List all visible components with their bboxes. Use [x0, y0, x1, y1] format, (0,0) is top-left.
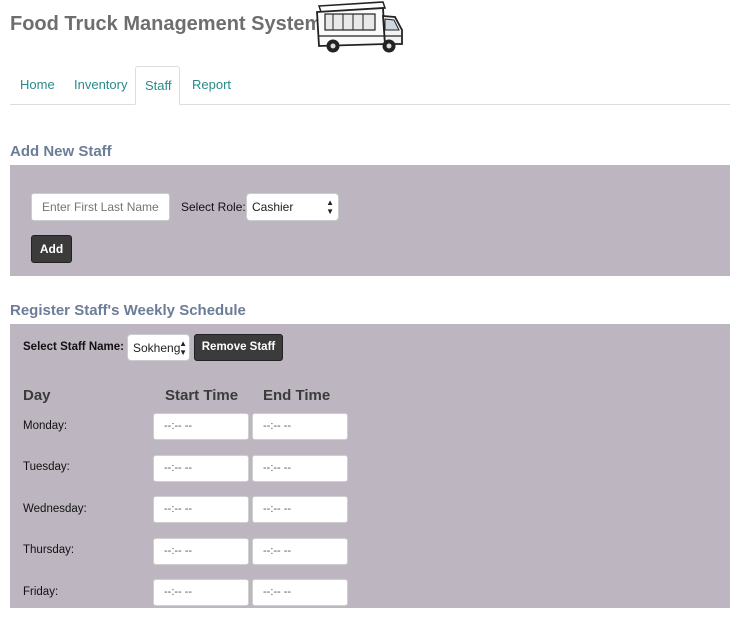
role-label: Select Role:: [181, 200, 246, 214]
wednesday-start-time-input[interactable]: --:-- --: [153, 496, 249, 523]
tab-inventory[interactable]: Inventory: [64, 66, 137, 104]
add-staff-title: Add New Staff: [10, 143, 112, 160]
day-column-header: Day: [23, 387, 51, 404]
select-arrows-icon: ▲ ▼: [326, 198, 334, 216]
thursday-end-time-input[interactable]: --:-- --: [252, 538, 348, 565]
day-label-friday: Friday:: [23, 586, 59, 598]
add-button[interactable]: Add: [31, 235, 72, 263]
tuesday-start-time-input[interactable]: --:-- --: [153, 455, 249, 482]
monday-start-time-input[interactable]: --:-- --: [153, 413, 249, 440]
staff-select-value: Sokheng: [133, 341, 181, 355]
add-staff-panel: Select Role: Cashier ▲▼ Add: [10, 165, 730, 276]
nav-tabs: Home Inventory Staff Report: [10, 66, 730, 105]
day-label-wednesday: Wednesday:: [23, 503, 87, 515]
role-select-value: Cashier: [252, 200, 294, 214]
staff-name-label: Select Staff Name:: [23, 341, 124, 353]
staff-name-input[interactable]: [31, 193, 170, 221]
friday-start-time-input[interactable]: --:-- --: [153, 579, 249, 606]
day-label-monday: Monday:: [23, 420, 68, 432]
start-time-column-header: Start Time: [165, 387, 239, 404]
staff-select[interactable]: Sokheng ▲ ▼: [127, 334, 190, 361]
role-select[interactable]: Cashier ▲ ▼: [246, 193, 339, 221]
remove-staff-button[interactable]: Remove Staff: [194, 334, 283, 361]
thursday-start-time-input[interactable]: --:-- --: [153, 538, 249, 565]
food-truck-icon: [316, 1, 403, 53]
app-title: Food Truck Management System: [10, 13, 323, 35]
schedule-title: Register Staff's Weekly Schedule: [10, 302, 246, 319]
day-label-tuesday: Tuesday:: [23, 461, 70, 473]
tab-home[interactable]: Home: [10, 66, 65, 104]
friday-end-time-input[interactable]: --:-- --: [252, 579, 348, 606]
monday-end-time-input[interactable]: --:-- --: [252, 413, 348, 440]
schedule-panel: Select Staff Name: Sokheng ▲ ▼ Remove Sta…: [10, 324, 730, 608]
end-time-column-header: End Time: [263, 387, 331, 404]
wednesday-end-time-input[interactable]: --:-- --: [252, 496, 348, 523]
tab-report[interactable]: Report: [182, 66, 241, 104]
select-arrows-icon: ▲ ▼: [179, 339, 187, 357]
day-label-thursday: Thursday:: [23, 544, 75, 556]
tuesday-end-time-input[interactable]: --:-- --: [252, 455, 348, 482]
tab-staff[interactable]: Staff: [135, 66, 180, 105]
